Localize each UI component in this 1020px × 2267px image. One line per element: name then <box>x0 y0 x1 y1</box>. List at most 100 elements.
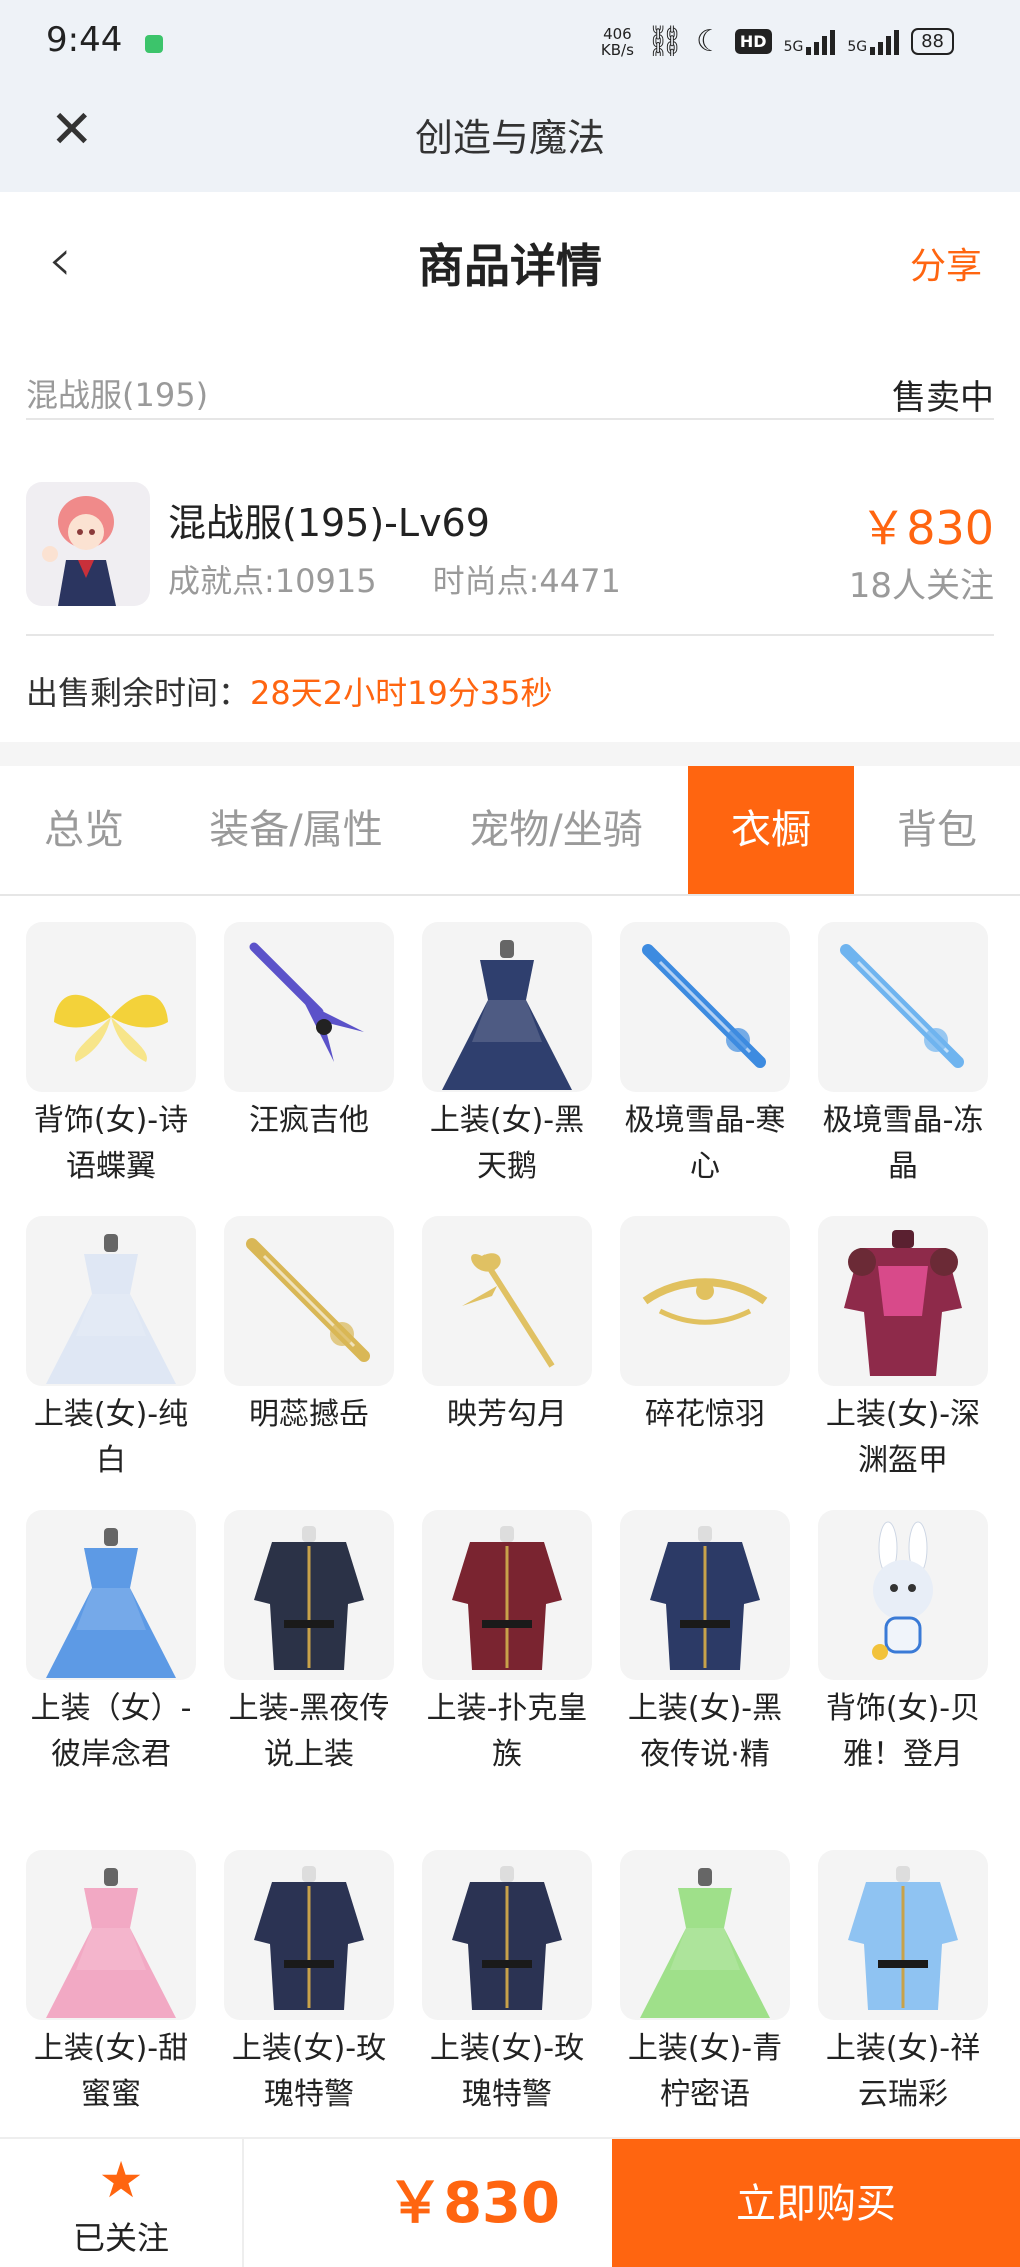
network-speed: 406 KB/s <box>600 24 634 59</box>
tab-pets[interactable]: 宠物/坐骑 <box>424 766 688 894</box>
fashion-points: 时尚点:4471 <box>432 562 621 600</box>
server-name: 混战服(195) <box>26 376 209 414</box>
follower-count: 18人关注 <box>848 566 994 606</box>
hd-icon: HD <box>734 29 772 54</box>
wardrobe-item-name: 上装(女)-玫瑰特警 <box>231 2031 387 2112</box>
status-badge: 售卖中 <box>892 378 994 418</box>
rabbit-icon <box>818 1510 988 1680</box>
wardrobe-item[interactable]: 上装(女)-深渊盔甲 <box>818 1216 988 1484</box>
follow-button[interactable]: ★ 已关注 <box>0 2139 244 2267</box>
wardrobe-item[interactable]: 上装-扑克皇族 <box>422 1510 592 1778</box>
wardrobe-item[interactable]: 上装(女)-纯白 <box>26 1216 196 1484</box>
status-bar: 9:44 406 KB/s ⛓ ☾ HD 5G 5G 88 <box>0 0 1020 80</box>
wardrobe-item-name: 极境雪晶-寒心 <box>624 1103 786 1184</box>
tab-backpack[interactable]: 背包 <box>854 766 1020 894</box>
tab-bar: 总览 装备/属性 宠物/坐骑 衣橱 背包 <box>0 766 1020 896</box>
wardrobe-item[interactable]: 上装(女)-黑夜传说·精 <box>620 1510 790 1778</box>
coat-icon <box>422 1850 592 2020</box>
product-price: ￥830 <box>860 501 994 555</box>
armor-icon <box>818 1216 988 1386</box>
coat-icon <box>818 1850 988 2020</box>
coat-icon <box>224 1510 394 1680</box>
dress-icon <box>620 1850 790 2020</box>
wardrobe-item[interactable]: 碎花惊羽 <box>620 1216 790 1438</box>
remaining-time-value: 28天2小时19分35秒 <box>250 674 553 712</box>
product-stats: 成就点:10915 时尚点:4471 <box>168 556 621 602</box>
sword-icon <box>620 922 790 1092</box>
notification-icon <box>145 35 163 53</box>
wardrobe-item-name: 上装(女)-玫瑰特警 <box>429 2031 585 2112</box>
wardrobe-item[interactable]: 背饰(女)-贝雅！登月 <box>818 1510 988 1778</box>
share-button[interactable]: 分享 <box>910 237 982 289</box>
wardrobe-item[interactable]: 上装(女)-甜蜜蜜 <box>26 1850 196 2118</box>
wardrobe-item[interactable]: 上装-黑夜传说上装 <box>224 1510 394 1778</box>
dress-icon <box>422 922 592 1092</box>
wardrobe-item[interactable]: 上装(女)-玫瑰特警 <box>422 1850 592 2118</box>
signal-icon: 5G <box>784 29 836 55</box>
status-time: 9:44 <box>46 20 123 60</box>
wardrobe-item[interactable]: 上装（女）-彼岸念君 <box>26 1510 196 1778</box>
wardrobe-item-name: 背饰(女)-诗语蝶翼 <box>33 1103 189 1184</box>
wardrobe-item-name: 碎花惊羽 <box>645 1397 765 1432</box>
page-header: ‹ 商品详情 分享 <box>0 192 1020 328</box>
link-icon: ⛓ <box>645 24 684 59</box>
product-name: 混战服(195)-Lv69 <box>168 501 490 545</box>
wardrobe-item-name: 明蕊撼岳 <box>249 1397 369 1432</box>
section-divider <box>0 742 1020 766</box>
wardrobe-item[interactable]: 明蕊撼岳 <box>224 1216 394 1438</box>
wings-icon <box>26 922 196 1092</box>
remaining-time: 出售剩余时间：28天2小时19分35秒 <box>26 674 553 712</box>
coat-icon <box>422 1510 592 1680</box>
bow-icon <box>620 1216 790 1386</box>
buy-now-button[interactable]: 立即购买 <box>612 2139 1020 2267</box>
wardrobe-item[interactable]: 极境雪晶-寒心 <box>620 922 790 1190</box>
server-row: 混战服(195) 售卖中 <box>26 360 994 420</box>
wardrobe-item[interactable]: 映芳勾月 <box>422 1216 592 1438</box>
wardrobe-item-name: 上装(女)-甜蜜蜜 <box>33 2031 189 2112</box>
wardrobe-item-name: 汪疯吉他 <box>249 1103 369 1138</box>
wardrobe-item-name: 上装(女)-青柠密语 <box>627 2031 783 2112</box>
guitar-icon <box>224 922 394 1092</box>
wardrobe-item-name: 上装(女)-祥云瑞彩 <box>825 2031 981 2112</box>
wardrobe-item[interactable]: 汪疯吉他 <box>224 922 394 1144</box>
avatar <box>26 482 150 606</box>
dress-icon <box>26 1216 196 1386</box>
wardrobe-item-name: 映芳勾月 <box>447 1397 567 1432</box>
app-bar: ✕ 创造与魔法 <box>0 80 1020 192</box>
wardrobe-item-name: 上装(女)-纯白 <box>33 1397 189 1478</box>
signal-icon-2: 5G <box>847 29 900 55</box>
star-icon: ★ <box>98 2151 144 2209</box>
wardrobe-item[interactable]: 极境雪晶-冻晶 <box>818 922 988 1190</box>
app-title: 创造与魔法 <box>414 116 605 160</box>
sword-icon <box>818 922 988 1092</box>
staff-icon <box>422 1216 592 1386</box>
coat-icon <box>224 1850 394 2020</box>
wardrobe-item-name: 极境雪晶-冻晶 <box>822 1103 984 1184</box>
tab-overview[interactable]: 总览 <box>0 766 168 894</box>
status-indicators: 406 KB/s ⛓ ☾ HD 5G 5G 88 <box>601 24 954 59</box>
wardrobe-item[interactable]: 上装(女)-黑天鹅 <box>422 922 592 1190</box>
wardrobe-item-name: 上装(女)-黑天鹅 <box>429 1103 585 1184</box>
wardrobe-item-name: 上装-扑克皇族 <box>426 1691 588 1772</box>
bottom-bar: ★ 已关注 ￥830 立即购买 <box>0 2137 1020 2267</box>
wardrobe-item[interactable]: 上装(女)-青柠密语 <box>620 1850 790 2118</box>
page-title: 商品详情 <box>418 239 602 293</box>
dress-icon <box>26 1850 196 2020</box>
tab-wardrobe[interactable]: 衣橱 <box>688 766 854 894</box>
product-summary: 混战服(195)-Lv69 成就点:10915 时尚点:4471 ￥830 18… <box>26 452 994 636</box>
follow-label: 已关注 <box>72 2219 169 2257</box>
wardrobe-item[interactable]: 上装(女)-祥云瑞彩 <box>818 1850 988 2118</box>
wardrobe-item[interactable]: 上装(女)-玫瑰特警 <box>224 1850 394 2118</box>
coat-icon <box>620 1510 790 1680</box>
total-price: ￥830 <box>387 2171 560 2236</box>
moon-icon: ☾ <box>695 24 723 59</box>
wardrobe-item-name: 上装(女)-深渊盔甲 <box>825 1397 981 1478</box>
wardrobe-item[interactable]: 背饰(女)-诗语蝶翼 <box>26 922 196 1190</box>
dress-icon <box>26 1510 196 1680</box>
tab-equipment[interactable]: 装备/属性 <box>168 766 424 894</box>
wardrobe-item-name: 上装（女）-彼岸念君 <box>30 1691 192 1772</box>
wardrobe-item-name: 上装-黑夜传说上装 <box>228 1691 390 1772</box>
sword-icon <box>224 1216 394 1386</box>
wardrobe-item-name: 背饰(女)-贝雅！登月 <box>825 1691 981 1772</box>
battery-icon: 88 <box>911 28 954 55</box>
